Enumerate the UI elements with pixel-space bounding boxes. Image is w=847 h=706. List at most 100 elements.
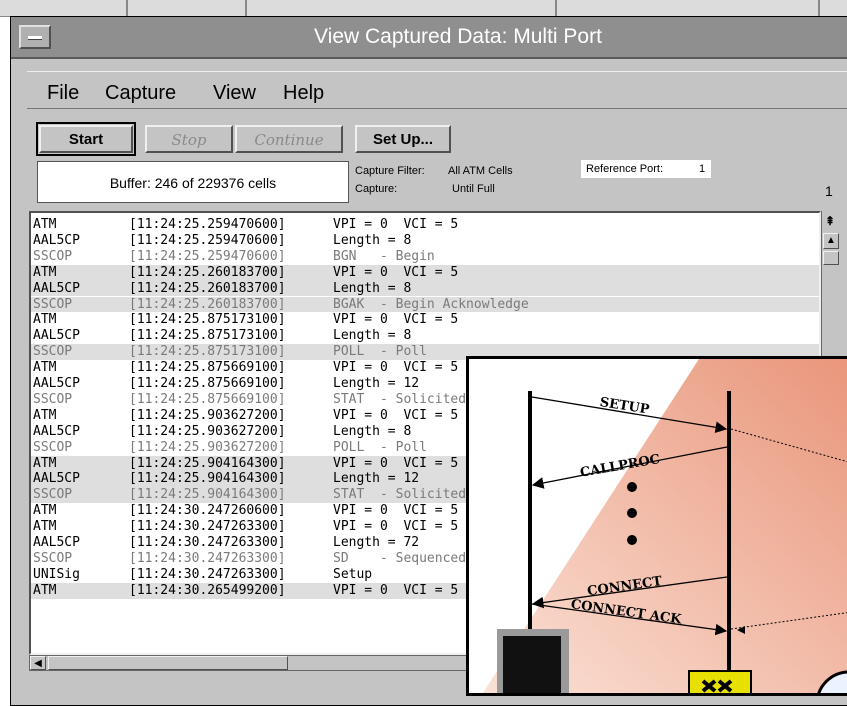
list-item[interactable]: AAL5CP [11:24:25.260183700] Length = 8 <box>31 280 819 297</box>
timestamp-cell: [11:24:25.903627200] <box>129 407 286 423</box>
horizontal-scroll-thumb[interactable] <box>48 656 288 670</box>
protocol-cell: ATM <box>33 217 57 232</box>
info-cell: VPI = 0 VCI = 5 <box>333 519 459 535</box>
call-flow-diagram: SETUP CALLPROC CONNECT CONNECT ACK <box>466 356 847 696</box>
info-cell: POLL - Poll <box>333 344 427 360</box>
protocol-cell: SSCOP <box>33 296 73 312</box>
ellipsis-dot <box>627 535 637 545</box>
list-item[interactable]: SSCOP [11:24:25.259470600] BGN - Begin <box>31 249 819 265</box>
protocol-cell: AAL5CP <box>33 280 80 296</box>
page-number: 1 <box>825 183 833 199</box>
scroll-to-top-icon[interactable]: ⇞ <box>825 214 835 228</box>
buffer-status: Buffer: 246 of 229376 cells <box>37 161 349 203</box>
protocol-cell: AAL5CP <box>33 328 80 344</box>
menu-capture[interactable]: Capture <box>105 82 176 105</box>
protocol-cell: ATM <box>33 312 57 328</box>
protocol-cell: ATM <box>33 519 57 535</box>
timestamp-cell: [11:24:25.875173100] <box>129 312 286 328</box>
list-item[interactable]: ATM [11:24:25.875173100] VPI = 0 VCI = 5 <box>31 312 819 328</box>
minus-icon <box>28 36 42 40</box>
list-item[interactable]: AAL5CP [11:24:25.875173100] Length = 8 <box>31 328 819 344</box>
reference-port-label: Reference Port: <box>586 163 664 175</box>
protocol-cell: ATM <box>33 264 57 280</box>
info-cell: Length = 8 <box>333 423 412 439</box>
timestamp-cell: [11:24:25.904164300] <box>129 471 286 487</box>
timestamp-cell: [11:24:25.875669100] <box>129 360 286 376</box>
background-strip <box>0 0 847 17</box>
reference-port-value: 1 <box>699 163 706 175</box>
timestamp-cell: [11:24:25.903627200] <box>129 423 286 439</box>
info-cell: Length = 12 <box>333 471 420 487</box>
timestamp-cell: [11:24:30.247263300] <box>129 550 286 566</box>
terminal-icon <box>503 636 561 693</box>
protocol-cell: AAL5CP <box>33 423 80 439</box>
info-cell: POLL - Poll <box>333 439 427 455</box>
stop-button[interactable]: Stop <box>145 125 233 153</box>
protocol-cell: ATM <box>33 582 57 598</box>
scroll-thumb[interactable] <box>823 251 839 265</box>
info-cell: BGN - Begin <box>333 248 435 264</box>
timestamp-cell: [11:24:25.875173100] <box>129 344 286 360</box>
capture-mode-label: Capture: <box>355 183 398 195</box>
info-cell: Length = 72 <box>333 535 420 550</box>
capture-filter-value: All ATM Cells <box>448 165 513 177</box>
protocol-cell: SSCOP <box>33 391 73 407</box>
timestamp-cell: [11:24:25.875669100] <box>129 391 286 407</box>
menu-bar: File Capture View Help <box>11 59 847 119</box>
timestamp-cell: [11:24:25.260183700] <box>129 280 286 296</box>
protocol-cell: SSCOP <box>33 248 73 264</box>
ellipsis-dot <box>627 482 637 492</box>
timestamp-cell: [11:24:25.903627200] <box>129 439 286 455</box>
timestamp-cell: [11:24:30.247260600] <box>129 503 286 519</box>
info-cell: VPI = 0 VCI = 5 <box>333 264 459 280</box>
scroll-up-button[interactable]: ▲ <box>823 233 839 249</box>
continue-button[interactable]: Continue <box>235 125 343 153</box>
protocol-cell: SSCOP <box>33 439 73 455</box>
capture-filter-label: Capture Filter: <box>355 165 425 177</box>
list-item[interactable]: AAL5CP [11:24:25.259470600] Length = 8 <box>31 233 819 249</box>
protocol-cell: AAL5CP <box>33 232 80 248</box>
timestamp-cell: [11:24:30.265499200] <box>129 582 286 598</box>
list-item[interactable]: ATM [11:24:25.259470600] VPI = 0 VCI = 5 <box>31 217 819 233</box>
timestamp-cell: [11:24:30.247263300] <box>129 535 286 550</box>
menu-help[interactable]: Help <box>283 82 324 105</box>
list-item[interactable]: SSCOP [11:24:25.260183700] BGAK - Begin Ac… <box>31 296 819 313</box>
menu-view[interactable]: View <box>213 82 256 105</box>
info-cell: VPI = 0 VCI = 5 <box>333 360 459 376</box>
list-item[interactable]: ATM [11:24:25.260183700] VPI = 0 VCI = 5 <box>31 264 819 281</box>
call-flow-svg: SETUP CALLPROC CONNECT CONNECT ACK <box>482 359 847 693</box>
protocol-cell: ATM <box>33 407 57 423</box>
start-button[interactable]: Start <box>36 122 136 156</box>
protocol-cell: AAL5CP <box>33 376 80 391</box>
protocol-cell: SSCOP <box>33 487 73 503</box>
window-menu-button[interactable] <box>19 25 51 49</box>
timestamp-cell: [11:24:25.259470600] <box>129 217 286 232</box>
protocol-cell: AAL5CP <box>33 471 80 487</box>
protocol-cell: SSCOP <box>33 550 73 566</box>
protocol-cell: ATM <box>33 360 57 376</box>
menu-file[interactable]: File <box>47 82 79 105</box>
protocol-cell: ATM <box>33 455 57 471</box>
info-cell: BGAK - Begin Acknowledge <box>333 296 529 312</box>
timestamp-cell: [11:24:25.875669100] <box>129 376 286 391</box>
protocol-cell: ATM <box>33 503 57 519</box>
title-bar[interactable]: View Captured Data: Multi Port <box>11 17 847 59</box>
capture-mode-value: Until Full <box>452 183 495 195</box>
protocol-cell: AAL5CP <box>33 535 80 550</box>
info-cell: VPI = 0 VCI = 5 <box>333 503 459 519</box>
protocol-cell: UNISig <box>33 566 80 582</box>
window-title: View Captured Data: Multi Port <box>314 25 602 48</box>
setup-button[interactable]: Set Up... <box>355 125 451 153</box>
protocol-cell: SSCOP <box>33 344 73 360</box>
timestamp-cell: [11:24:30.247263300] <box>129 566 286 582</box>
timestamp-cell: [11:24:25.904164300] <box>129 455 286 471</box>
info-cell: VPI = 0 VCI = 5 <box>333 217 459 232</box>
setup-label: SETUP <box>599 395 651 418</box>
scroll-left-button[interactable]: ◀ <box>30 656 46 670</box>
info-cell: VPI = 0 VCI = 5 <box>333 407 459 423</box>
timestamp-cell: [11:24:25.875173100] <box>129 328 286 344</box>
timestamp-cell: [11:24:25.260183700] <box>129 296 286 312</box>
info-cell: Setup <box>333 566 373 582</box>
info-cell: Length = 8 <box>333 328 412 344</box>
timestamp-cell: [11:24:25.904164300] <box>129 487 286 503</box>
